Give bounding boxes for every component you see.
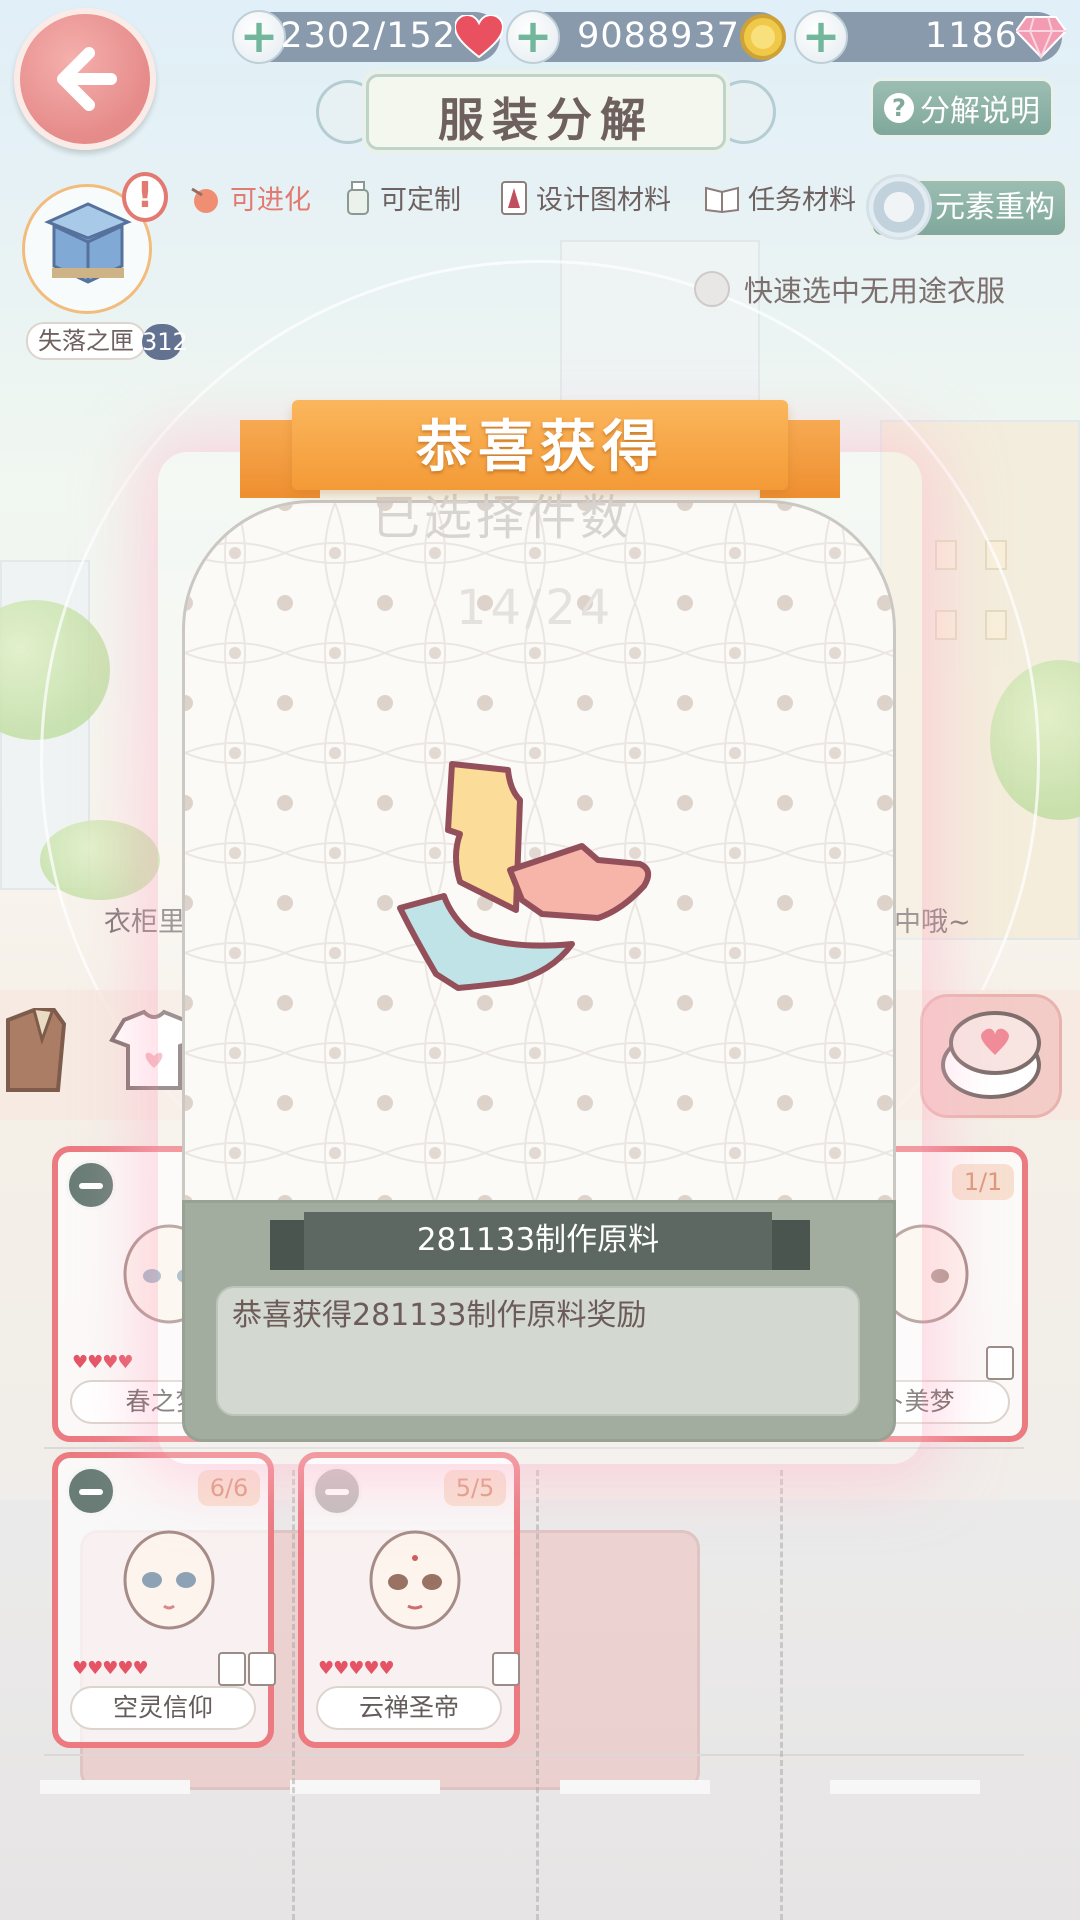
selected-count-value: 14/24 (456, 580, 615, 636)
reward-item-name: 281133制作原料 (304, 1212, 772, 1270)
fabric-material-icon (397, 761, 652, 991)
congrats-banner-text: 恭喜获得 (416, 415, 664, 480)
reward-message: 恭喜获得281133制作原料奖励 (232, 1298, 647, 1333)
